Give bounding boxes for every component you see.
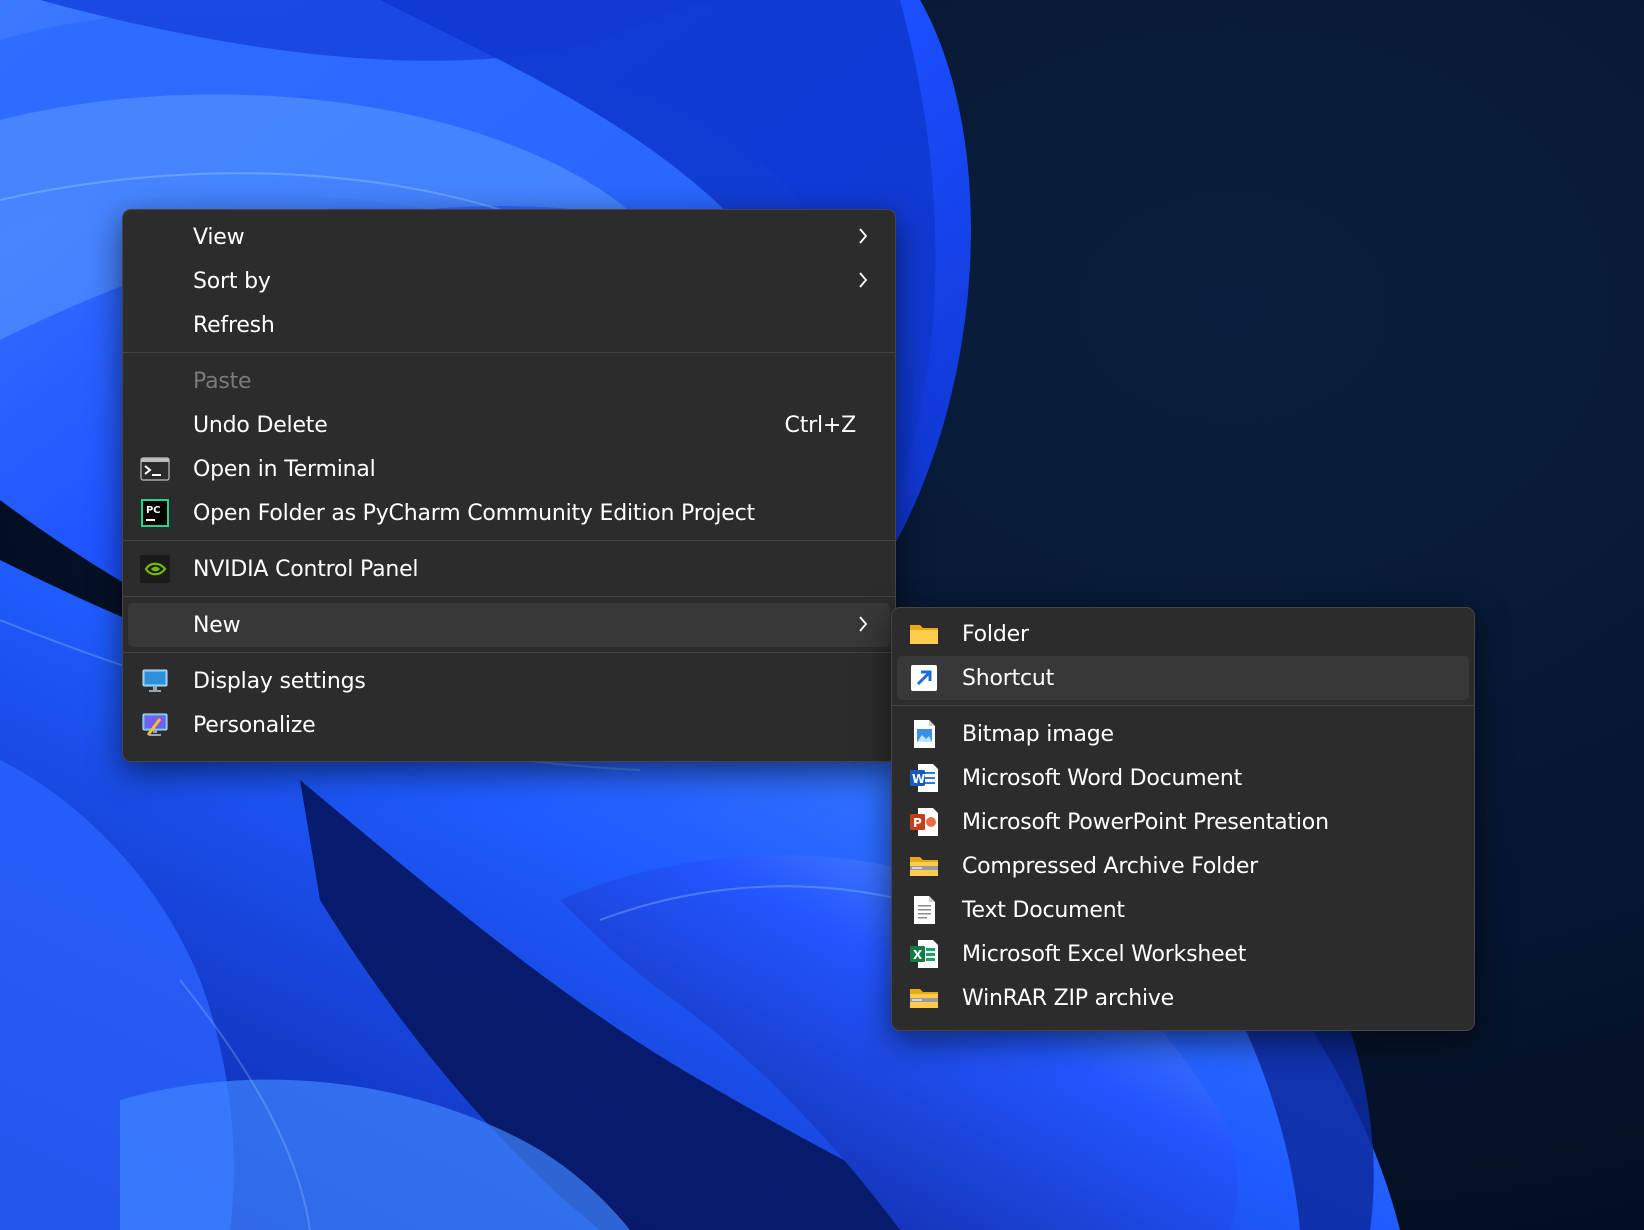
menu-item-nvidia-control-panel[interactable]: NVIDIA Control Panel: [128, 547, 890, 591]
menu-item-label: Paste: [193, 368, 252, 394]
terminal-icon: [140, 457, 170, 481]
submenu-item-label: Shortcut: [962, 665, 1055, 691]
winrar-zip-icon: [910, 989, 938, 1008]
folder-icon: [910, 625, 938, 644]
submenu-item-label: Text Document: [962, 897, 1125, 923]
text-document-icon: [914, 896, 935, 924]
submenu-item-word-document[interactable]: W Microsoft Word Document: [897, 756, 1469, 800]
menu-item-label: Personalize: [193, 712, 316, 738]
submenu-item-label: WinRAR ZIP archive: [962, 985, 1175, 1011]
menu-item-open-pycharm-project[interactable]: PC Open Folder as PyCharm Community Edit…: [128, 491, 890, 535]
submenu-item-label: Compressed Archive Folder: [962, 853, 1259, 879]
pycharm-icon: PC: [141, 499, 169, 527]
menu-separator: [123, 352, 895, 353]
menu-item-personalize[interactable]: Personalize: [128, 703, 890, 747]
chevron-right-icon: [859, 228, 868, 244]
submenu-item-label: Microsoft Word Document: [962, 765, 1243, 791]
excel-icon: X: [910, 940, 938, 968]
personalize-icon: [142, 713, 168, 736]
submenu-item-folder[interactable]: Folder: [897, 612, 1469, 656]
submenu-item-label: Microsoft PowerPoint Presentation: [962, 809, 1329, 835]
menu-item-view[interactable]: View: [128, 215, 890, 259]
submenu-item-label: Folder: [962, 621, 1029, 647]
menu-separator: [123, 596, 895, 597]
new-submenu: Folder Shortcut Bitmap image W Microsoft…: [891, 607, 1475, 1031]
submenu-item-bitmap-image[interactable]: Bitmap image: [897, 712, 1469, 756]
submenu-item-winrar-zip-archive[interactable]: WinRAR ZIP archive: [897, 976, 1469, 1020]
display-settings-icon: [142, 669, 168, 692]
menu-item-label: NVIDIA Control Panel: [193, 556, 419, 582]
submenu-item-compressed-archive-folder[interactable]: Compressed Archive Folder: [897, 844, 1469, 888]
submenu-item-label: Microsoft Excel Worksheet: [962, 941, 1247, 967]
menu-item-undo-delete[interactable]: Undo Delete Ctrl+Z: [128, 403, 890, 447]
menu-separator: [123, 540, 895, 541]
submenu-item-label: Bitmap image: [962, 721, 1114, 747]
menu-separator: [123, 652, 895, 653]
menu-item-display-settings[interactable]: Display settings: [128, 659, 890, 703]
shortcut-icon: [911, 665, 937, 691]
menu-item-label: Display settings: [193, 668, 366, 694]
svg-text:PC: PC: [146, 505, 160, 516]
bitmap-icon: [914, 720, 935, 748]
submenu-item-excel-worksheet[interactable]: X Microsoft Excel Worksheet: [897, 932, 1469, 976]
menu-item-label: New: [193, 612, 241, 638]
menu-item-paste: Paste: [128, 359, 890, 403]
svg-text:W: W: [912, 772, 925, 786]
archive-folder-icon: [910, 857, 938, 876]
menu-item-label: Undo Delete: [193, 412, 328, 438]
nvidia-icon: [140, 555, 170, 583]
menu-item-label: View: [193, 224, 245, 250]
menu-item-new[interactable]: New: [128, 603, 890, 647]
desktop[interactable]: View Sort by Refresh Paste Undo Delete C…: [0, 0, 1644, 1230]
submenu-item-shortcut[interactable]: Shortcut: [897, 656, 1469, 700]
menu-item-label: Open in Terminal: [193, 456, 376, 482]
menu-item-sort-by[interactable]: Sort by: [128, 259, 890, 303]
keyboard-shortcut: Ctrl+Z: [784, 412, 857, 438]
menu-item-label: Open Folder as PyCharm Community Edition…: [193, 500, 755, 526]
menu-item-label: Refresh: [193, 312, 275, 338]
menu-item-open-in-terminal[interactable]: Open in Terminal: [128, 447, 890, 491]
svg-text:X: X: [913, 948, 923, 962]
powerpoint-icon: P: [910, 808, 938, 836]
svg-text:P: P: [913, 816, 922, 830]
chevron-right-icon: [859, 272, 868, 288]
desktop-context-menu: View Sort by Refresh Paste Undo Delete C…: [122, 209, 896, 762]
menu-item-refresh[interactable]: Refresh: [128, 303, 890, 347]
submenu-item-text-document[interactable]: Text Document: [897, 888, 1469, 932]
word-icon: W: [910, 764, 938, 792]
chevron-right-icon: [859, 616, 868, 632]
menu-separator: [892, 705, 1474, 706]
submenu-item-powerpoint-presentation[interactable]: P Microsoft PowerPoint Presentation: [897, 800, 1469, 844]
menu-item-label: Sort by: [193, 268, 271, 294]
